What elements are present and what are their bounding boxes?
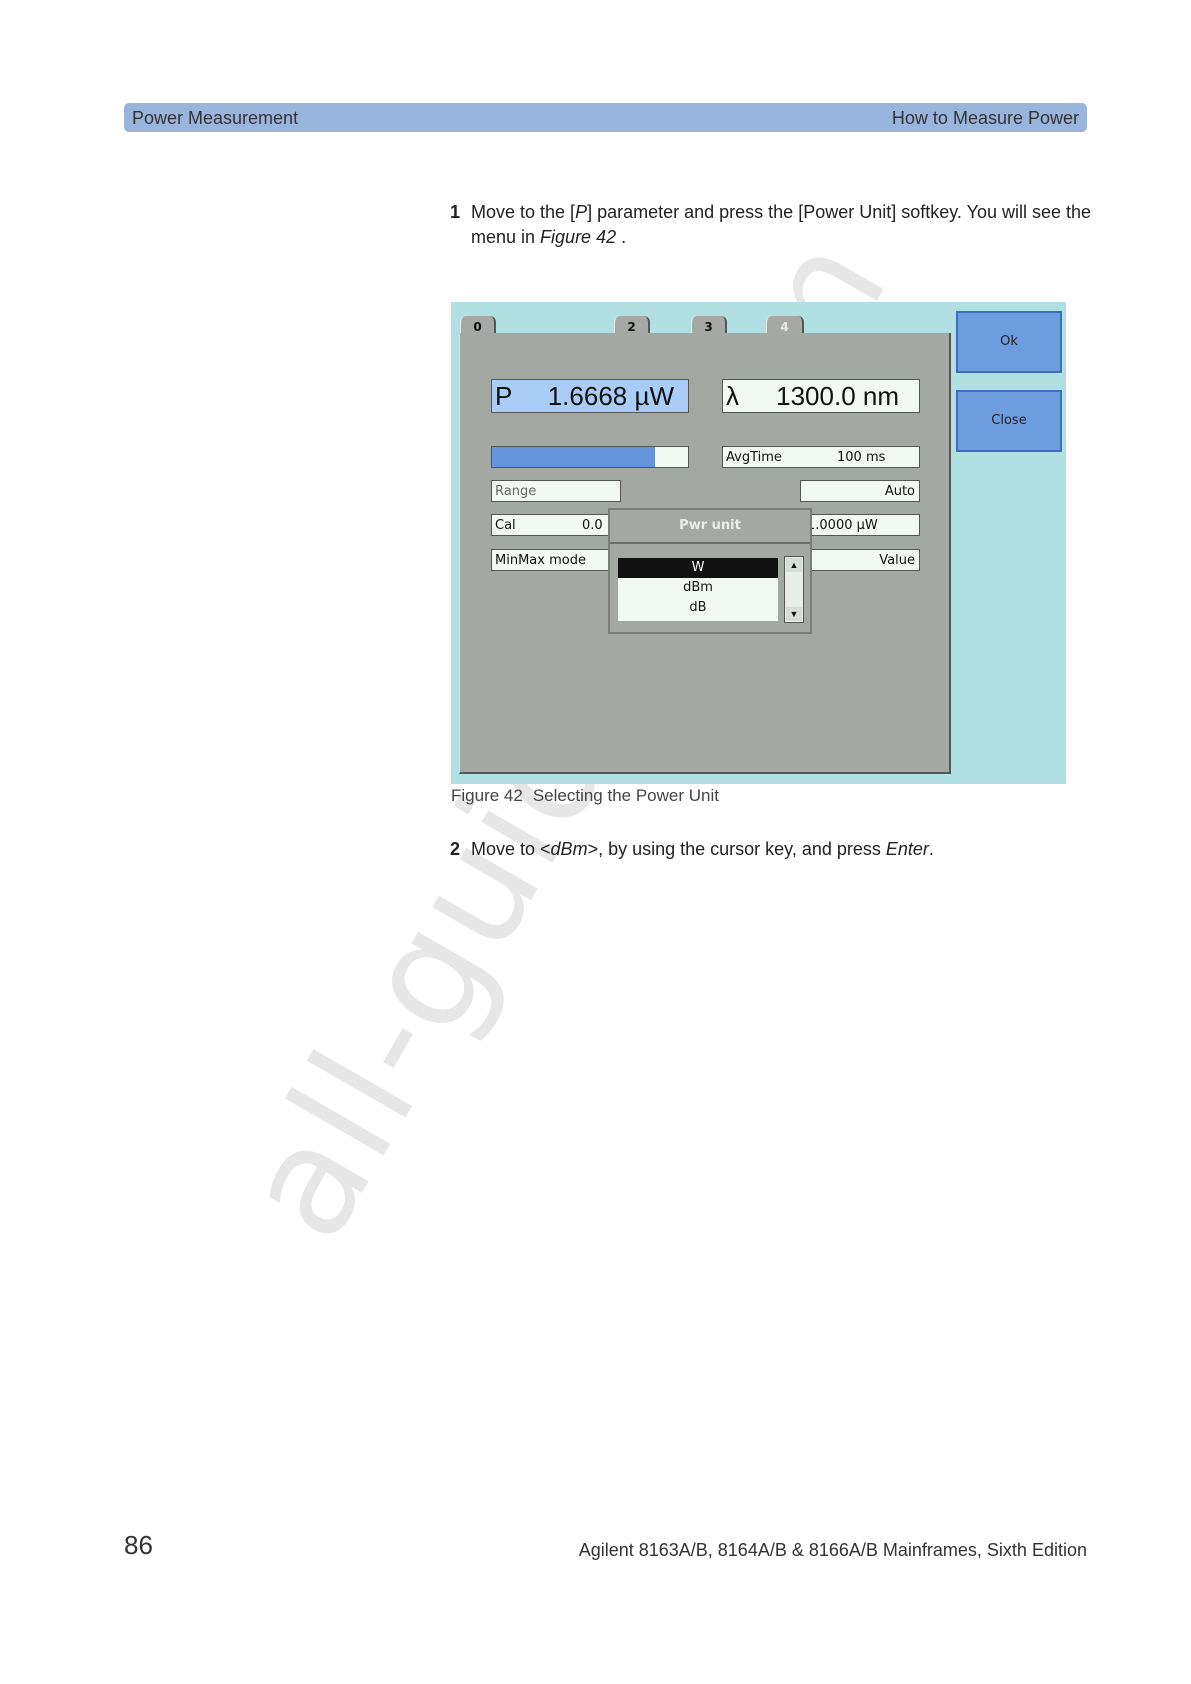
section-title: How to Measure Power [891,108,1079,128]
footer-title: Agilent 8163A/B, 8164A/B & 8166A/B Mainf… [578,1540,1087,1560]
figure-reference[interactable]: Figure 42 [540,227,616,247]
wavelength-field[interactable]: λ 1300.0 nm [722,379,920,413]
unit-option-w[interactable]: W [618,558,778,578]
power-label: P [495,381,513,411]
figure-caption-text: Selecting the Power Unit [532,786,719,805]
power-level-bar [491,446,689,468]
scroll-up-icon[interactable]: ▲ [786,558,802,572]
range-value-field[interactable]: Auto [800,480,920,502]
range-value: Auto [884,484,915,499]
avgtime-label: AvgTime [726,450,782,465]
chapter-title: Power Measurement [132,108,299,128]
instrument-screen-figure: 0 2 3 4 P 1.6668 µW λ 1300.0 nm AvgTime … [451,302,1066,784]
power-unit-popup: Pwr unit W dBm dB ▲ ▼ [608,508,812,634]
minmax-field[interactable]: MinMax mode [491,549,621,571]
cal-value: 0.0 [582,518,603,533]
figure-caption: Figure 42 Selecting the Power Unit [451,786,719,806]
avgtime-value: 100 ms [837,450,886,465]
figure-label: Figure 42 [451,786,523,805]
minmax-value: Value [879,553,915,568]
range-label: Range [495,484,537,499]
step-2: 2 Move to <dBm>, by using the cursor key… [450,837,1090,867]
step-number: 2 [450,839,461,859]
cal-label: Cal [495,518,516,533]
minmax-label: MinMax mode [495,553,586,568]
power-level-fill [492,447,655,467]
ok-button[interactable]: Ok [956,311,1062,373]
unit-list[interactable]: W dBm dB [618,558,778,621]
scroll-down-icon[interactable]: ▼ [786,607,802,621]
step-1: 1 Move to the [P] parameter and press th… [450,200,1092,260]
unit-option-dbm[interactable]: dBm [618,578,778,598]
step-text: Move to <dBm>, by using the cursor key, … [471,839,934,859]
power-field[interactable]: P 1.6668 µW [491,379,689,413]
minmax-value-field[interactable]: Value [800,549,920,571]
reference-field[interactable]: 1.0000 µW [800,514,920,536]
power-value: 1.6668 µW [547,381,674,411]
reference-value: 1.0000 µW [807,518,878,533]
step-text: Move to the [P] parameter and press the … [471,202,1092,247]
range-field[interactable]: Range [491,480,621,502]
step-number: 1 [450,202,461,222]
avgtime-field[interactable]: AvgTime 100 ms [722,446,920,468]
wavelength-value: 1300.0 nm [776,381,899,411]
close-button[interactable]: Close [956,390,1062,452]
wavelength-label: λ [726,381,739,411]
popup-title: Pwr unit [610,510,810,544]
cal-field[interactable]: Cal 0.0 [491,514,621,536]
unit-option-db[interactable]: dB [618,598,778,618]
header-bar: Power Measurement How to Measure Power [124,103,1087,132]
settings-panel: P 1.6668 µW λ 1300.0 nm AvgTime 100 ms R… [459,333,951,774]
list-scrollbar[interactable]: ▲ ▼ [784,556,804,623]
page-number: 86 [124,1530,153,1560]
